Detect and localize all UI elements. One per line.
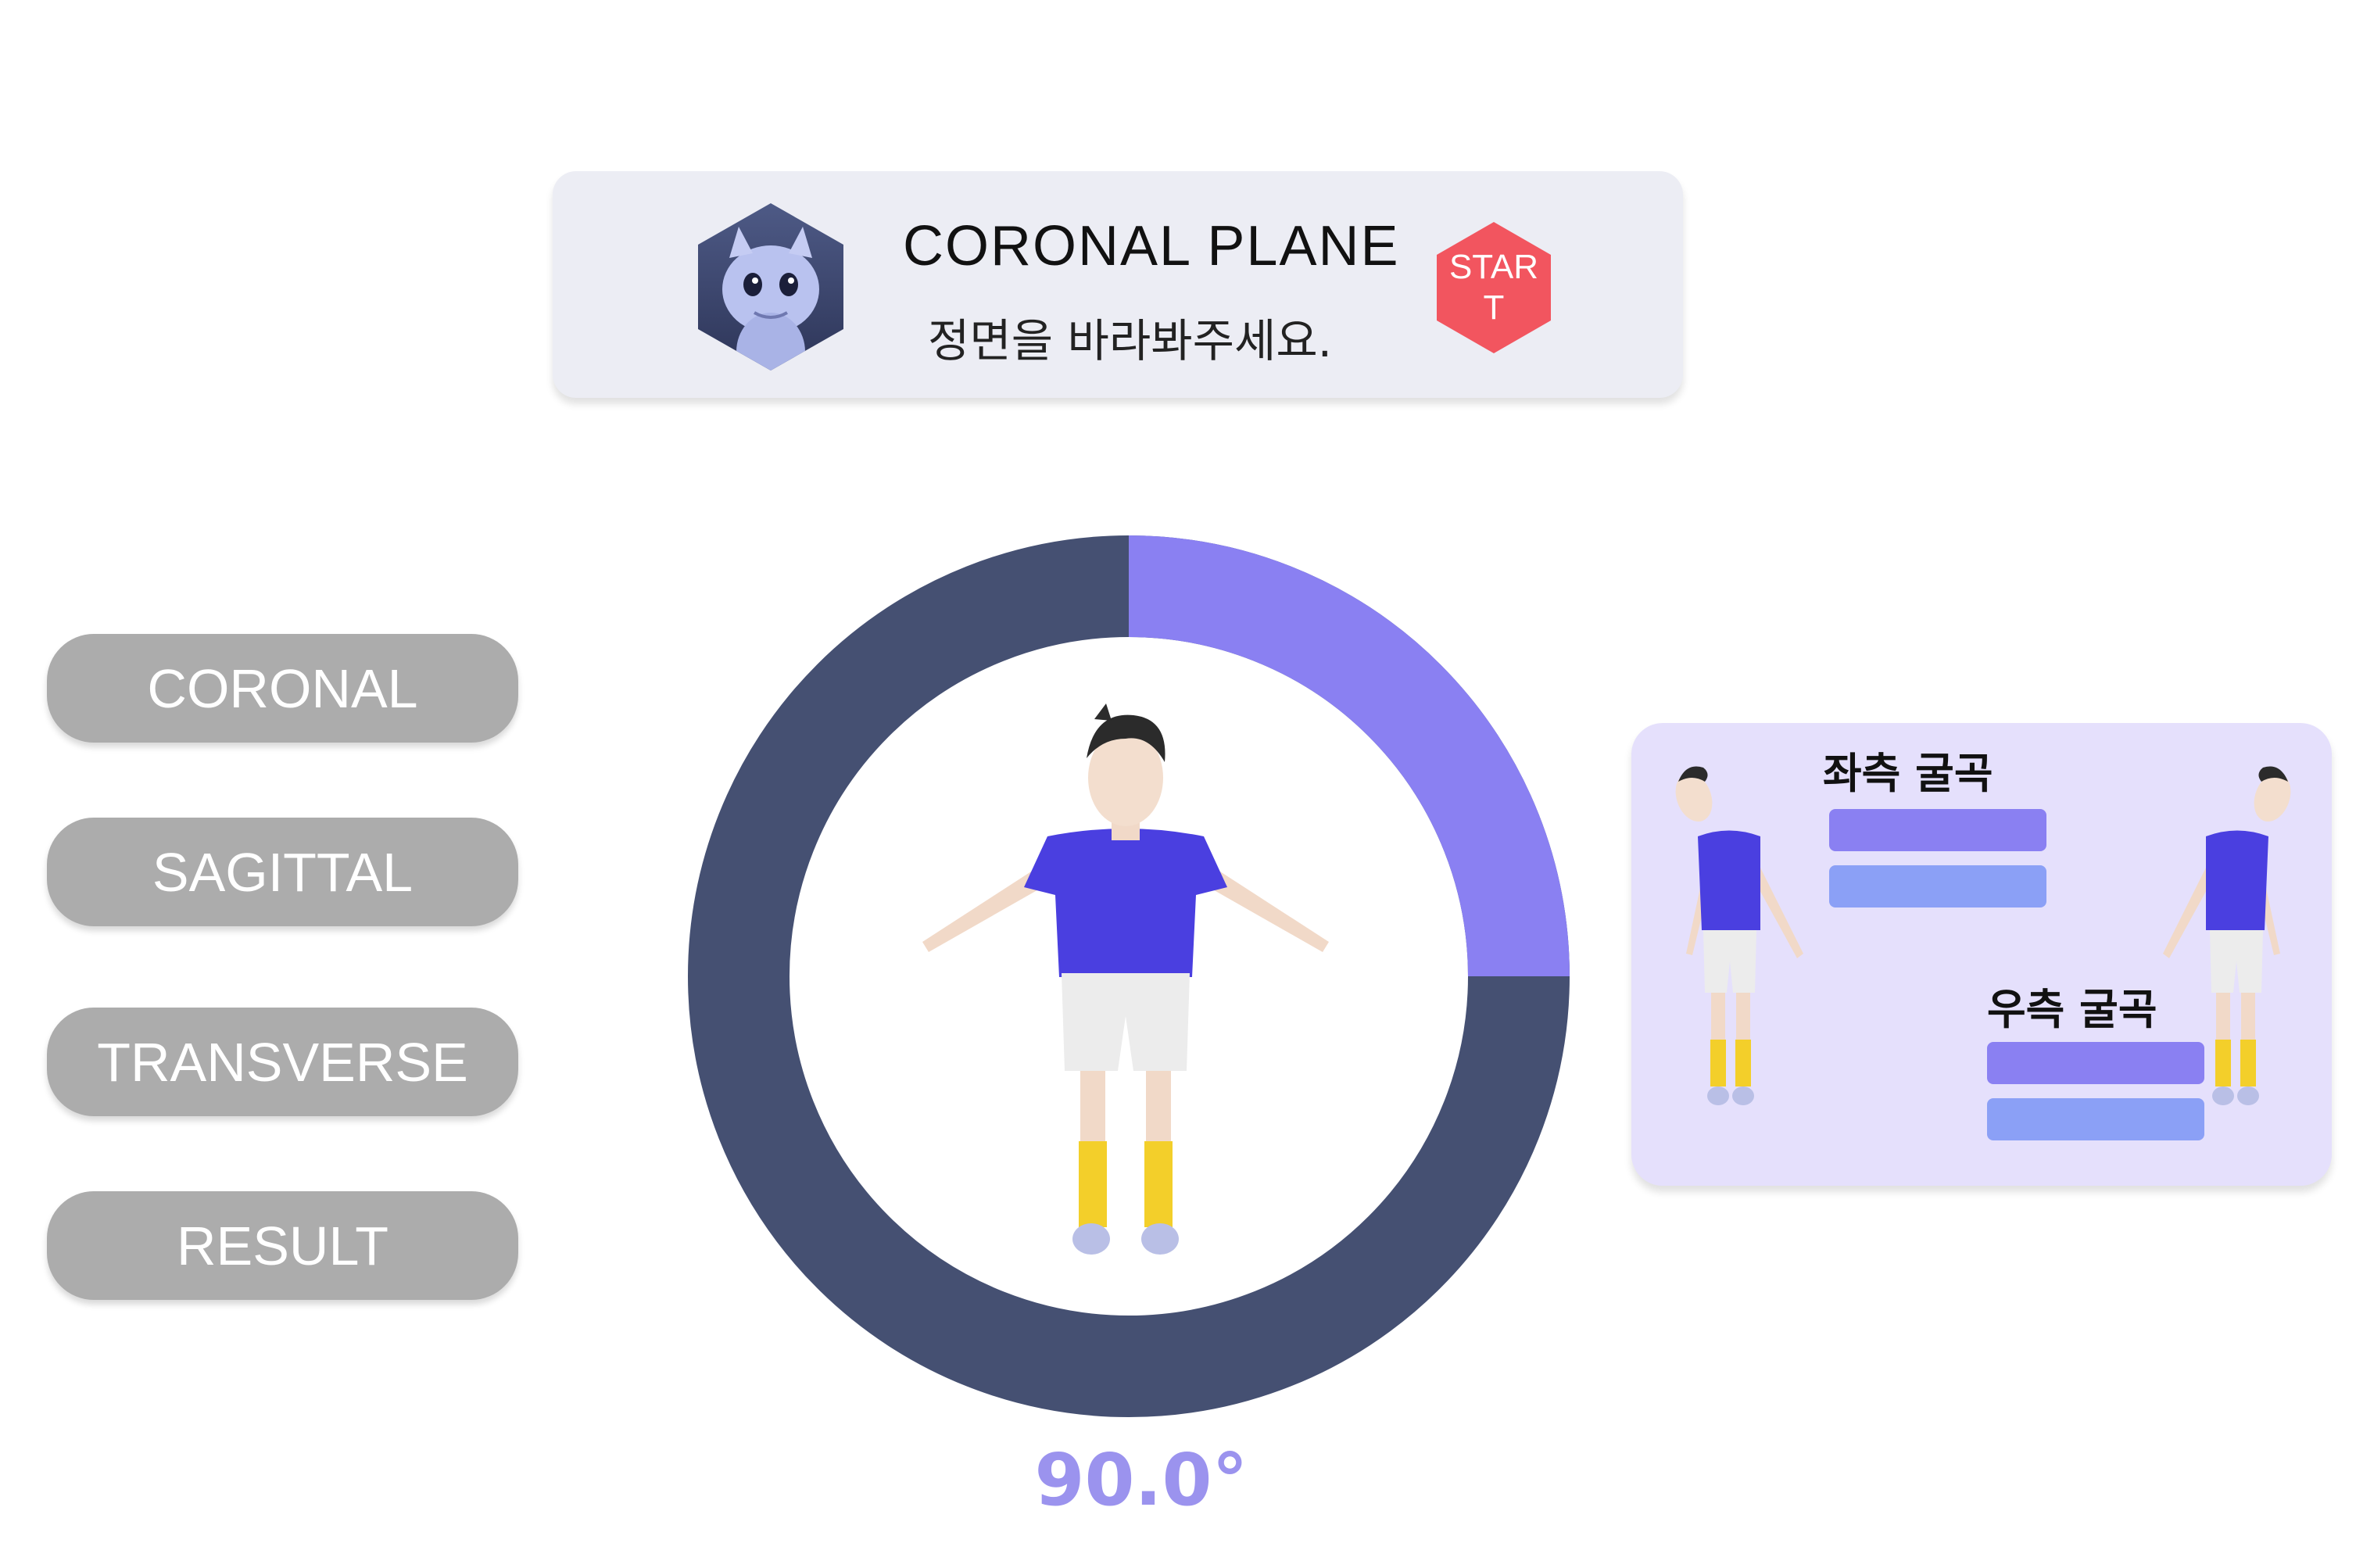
nav-transverse-label: TRANSVERSE bbox=[97, 1031, 468, 1093]
creature-avatar-icon bbox=[698, 203, 843, 371]
left-bend-label: 좌측 굴곡 bbox=[1823, 749, 1993, 798]
left-bend-bar-1 bbox=[1829, 809, 2046, 851]
nav-coronal-label: CORONAL bbox=[147, 657, 418, 719]
left-bend-figure bbox=[1675, 766, 1803, 1105]
left-bend-bar-2 bbox=[1829, 865, 2046, 908]
nav-sagittal-label: SAGITTAL bbox=[152, 841, 414, 903]
nav-transverse-button[interactable]: TRANSVERSE bbox=[47, 1008, 518, 1116]
nav-sagittal-button[interactable]: SAGITTAL bbox=[47, 818, 518, 926]
instruction-text: 정면을 바라봐주세요. bbox=[928, 314, 1333, 367]
plane-title: CORONAL PLANE bbox=[903, 215, 1400, 277]
start-button[interactable]: START bbox=[1437, 222, 1551, 353]
avatar-figure bbox=[922, 703, 1329, 1255]
nav-result-label: RESULT bbox=[177, 1215, 388, 1276]
instruction-card: CORONAL PLANE 정면을 바라봐주세요. START bbox=[553, 171, 1683, 398]
right-bend-figure bbox=[2163, 766, 2291, 1105]
nav-coronal-button[interactable]: CORONAL bbox=[47, 634, 518, 743]
start-button-label: START bbox=[1448, 248, 1539, 327]
bend-reference-panel: 좌측 굴곡 우측 굴곡 bbox=[1631, 723, 2332, 1186]
angle-value: 90.0° bbox=[1034, 1438, 1248, 1522]
nav-result-button[interactable]: RESULT bbox=[47, 1191, 518, 1300]
right-bend-label: 우측 굴곡 bbox=[1987, 985, 2157, 1034]
